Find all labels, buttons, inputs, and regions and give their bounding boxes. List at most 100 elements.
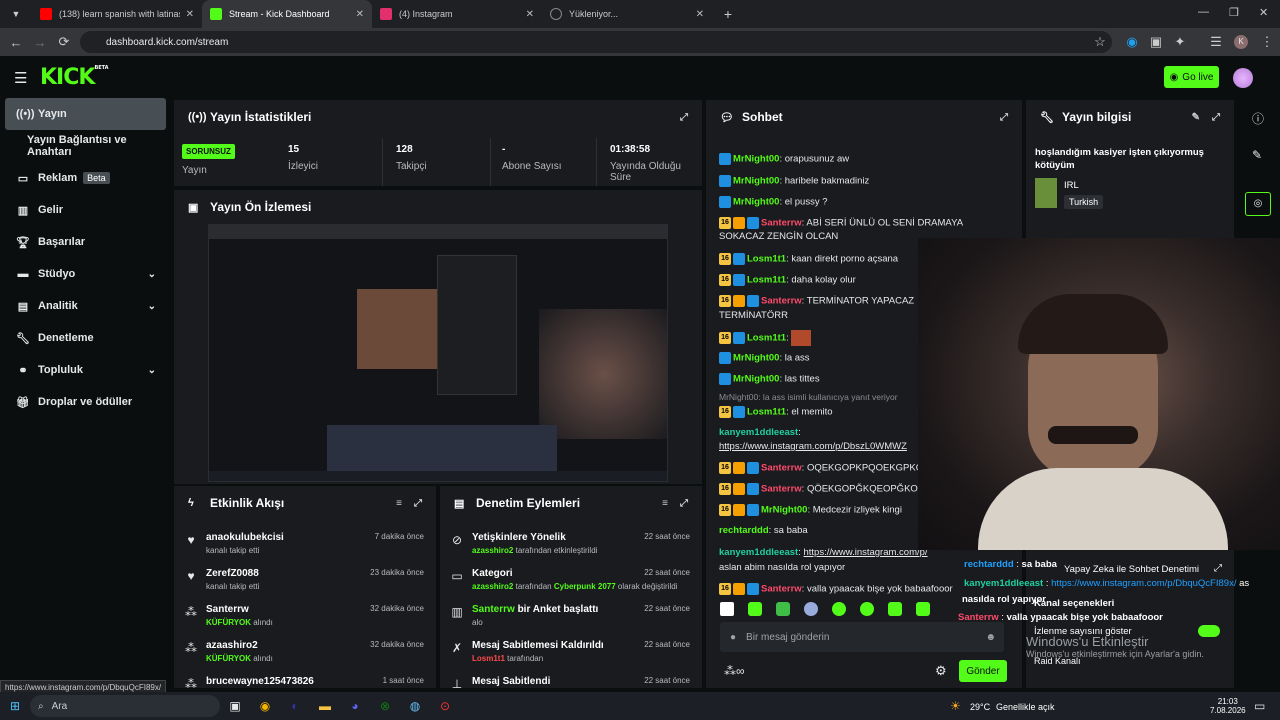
chrome-icon[interactable]: ◉ bbox=[250, 692, 280, 720]
tab-instagram[interactable]: (4) Instagram ✕ bbox=[372, 0, 542, 28]
sidebar-item-droplar[interactable]: 🎁︎ Droplar ve ödüller bbox=[0, 386, 172, 418]
ai-moderation-label: Yapay Zeka ile Sohbet Denetimi bbox=[1064, 564, 1200, 575]
sidebar-item-studyo[interactable]: ▬ Stüdyo ⌄ bbox=[0, 258, 172, 290]
age-badge-icon: 16 bbox=[719, 504, 731, 516]
close-icon[interactable]: ✕ bbox=[696, 9, 704, 20]
explorer-icon[interactable]: ▬ bbox=[310, 692, 340, 720]
windows-start-icon[interactable]: ⊞ bbox=[0, 692, 30, 720]
extension-icon[interactable]: ◉ bbox=[1120, 34, 1144, 50]
chat-username[interactable]: MrNight00 bbox=[733, 176, 779, 187]
bookmark-star-icon[interactable]: ☆ bbox=[1088, 34, 1112, 50]
chat-username[interactable]: Santerrw bbox=[761, 584, 802, 595]
tab-kick[interactable]: Stream - Kick Dashboard ✕ bbox=[202, 0, 372, 28]
forward-icon[interactable]: → bbox=[28, 35, 52, 50]
edit-icon[interactable]: ✎ bbox=[1252, 148, 1262, 162]
folder-icon: ▭ bbox=[451, 569, 463, 583]
info-icon[interactable]: ⓘ bbox=[1252, 110, 1264, 127]
filter-icon[interactable]: ≡ bbox=[662, 498, 668, 509]
emote-icon[interactable] bbox=[748, 602, 762, 616]
discord-icon[interactable]: ◕ bbox=[340, 692, 370, 720]
sidebar-item-reklam[interactable]: ▭ Reklam Beta bbox=[0, 162, 172, 194]
points-icon[interactable]: ⁂∞ bbox=[724, 664, 745, 678]
kick-logo[interactable]: KICKBETA bbox=[40, 65, 109, 90]
avatar[interactable] bbox=[1233, 68, 1253, 88]
expand-icon[interactable]: ⤢ bbox=[680, 498, 688, 509]
chat-username[interactable]: Santerrw bbox=[761, 218, 802, 229]
chat-username[interactable]: Santerrw bbox=[761, 463, 802, 474]
stat-subs: - Abone Sayısı bbox=[502, 144, 562, 172]
camera-icon[interactable]: ◎ bbox=[1245, 192, 1271, 216]
emote-icon[interactable] bbox=[776, 602, 790, 616]
chat-username[interactable]: MrNight00 bbox=[733, 353, 779, 364]
extensions-icon[interactable]: ✦ bbox=[1168, 34, 1192, 50]
chat-username[interactable]: Santerrw bbox=[761, 484, 802, 495]
expand-icon[interactable]: ⤢ bbox=[414, 498, 422, 509]
sidebar-item-analitik[interactable]: ▤ Analitik ⌄ bbox=[0, 290, 172, 322]
emote-icon[interactable] bbox=[860, 602, 874, 616]
chat-username[interactable]: MrNight00 bbox=[733, 374, 779, 385]
chat-username[interactable]: Losm1t1 bbox=[747, 254, 786, 265]
edit-icon[interactable]: ✎ bbox=[1192, 112, 1200, 123]
chat-username[interactable]: MrNight00 bbox=[733, 197, 779, 208]
clock[interactable]: 21:03 7.08.2026 bbox=[1210, 697, 1246, 715]
close-window-icon[interactable]: ✕ bbox=[1259, 6, 1268, 19]
xbox-icon[interactable]: ⊗ bbox=[370, 692, 400, 720]
sidebar-item-gelir[interactable]: ▥ Gelir bbox=[0, 194, 172, 226]
expand-icon[interactable]: ⤢ bbox=[1214, 563, 1222, 574]
expand-icon[interactable]: ⤢ bbox=[680, 112, 688, 123]
chat-username[interactable]: kanyem1ddleeast bbox=[719, 427, 798, 438]
reload-icon[interactable]: ⟳ bbox=[52, 34, 76, 50]
tab-search-button[interactable]: ▼ bbox=[4, 2, 28, 26]
emote-icon[interactable] bbox=[888, 602, 902, 616]
chat-link[interactable]: https://www.instagram.com/p/DbszL0WMWZ bbox=[719, 441, 907, 452]
tab-loading[interactable]: Yükleniyor... ✕ bbox=[542, 0, 712, 28]
tab-youtube[interactable]: (138) learn spanish with latinas ✕ bbox=[32, 0, 202, 28]
sidebar-item-yayin[interactable]: ((•)) Yayın bbox=[5, 98, 166, 130]
chat-text: TERMİNATOR YAPACAZ bbox=[806, 295, 915, 307]
emote-icon[interactable] bbox=[720, 602, 734, 616]
chat-link[interactable]: https://www.instagram.com/p/ bbox=[804, 547, 928, 558]
task-view-icon[interactable]: ▣ bbox=[220, 692, 250, 720]
chat-username[interactable]: Losm1t1 bbox=[747, 333, 786, 344]
obs-icon[interactable]: ⊙ bbox=[430, 692, 460, 720]
minimize-icon[interactable]: — bbox=[1198, 6, 1209, 18]
chat-username[interactable]: kanyem1ddleeast bbox=[719, 547, 798, 558]
notification-icon[interactable]: ▭ bbox=[1254, 699, 1265, 713]
close-icon[interactable]: ✕ bbox=[526, 9, 534, 20]
sidebar-item-denetleme[interactable]: 🔧︎ Denetleme bbox=[0, 322, 172, 354]
chat-username[interactable]: MrNight00 bbox=[733, 154, 779, 165]
sidebar-item-topluluk[interactable]: ⚭ Topluluk ⌄ bbox=[0, 354, 172, 386]
taskbar-search[interactable]: ⌕ Ara bbox=[30, 695, 220, 717]
age-badge-icon: 16 bbox=[719, 295, 731, 307]
hamburger-menu-icon[interactable]: ☰ bbox=[14, 69, 27, 87]
profile-icon[interactable]: K bbox=[1234, 35, 1248, 49]
emote-icon[interactable] bbox=[804, 602, 818, 616]
chat-username[interactable]: Santerrw bbox=[761, 296, 802, 307]
chat-username[interactable]: Losm1t1 bbox=[747, 275, 786, 286]
go-live-button[interactable]: ◉ Go live bbox=[1164, 66, 1219, 88]
maximize-icon[interactable]: ❐ bbox=[1229, 6, 1239, 19]
sidebar-item-basarilar[interactable]: 🏆︎ Başarılar bbox=[0, 226, 172, 258]
subscriber-badge-icon bbox=[733, 406, 745, 418]
filter-icon[interactable]: ≡ bbox=[396, 498, 402, 509]
reward-icon: ⁂ bbox=[185, 605, 197, 619]
edge-icon[interactable]: ◐ bbox=[280, 692, 310, 720]
close-icon[interactable]: ✕ bbox=[186, 9, 194, 20]
expand-icon[interactable]: ⤢ bbox=[1000, 112, 1008, 123]
extension-icon[interactable]: ▣ bbox=[1144, 34, 1168, 50]
steam-icon[interactable]: ◍ bbox=[400, 692, 430, 720]
reading-list-icon[interactable]: ☰ bbox=[1204, 34, 1228, 50]
chat-username[interactable]: rechtarddd bbox=[719, 525, 769, 536]
menu-icon[interactable]: ⋮ bbox=[1255, 34, 1279, 50]
sidebar-item-stream-key[interactable]: Yayın Bağlantısı ve Anahtarı bbox=[0, 130, 172, 162]
stream-preview-video[interactable] bbox=[208, 224, 668, 482]
expand-icon[interactable]: ⤢ bbox=[1212, 112, 1220, 123]
back-icon[interactable]: ← bbox=[4, 35, 28, 50]
toggle-switch[interactable] bbox=[1198, 625, 1220, 637]
close-icon[interactable]: ✕ bbox=[356, 9, 364, 20]
chat-username[interactable]: Losm1t1 bbox=[747, 407, 786, 418]
chat-username[interactable]: MrNight00 bbox=[761, 505, 807, 516]
url-field[interactable]: dashboard.kick.com/stream bbox=[80, 31, 1112, 53]
emote-icon[interactable] bbox=[832, 602, 846, 616]
new-tab-button[interactable]: + bbox=[716, 2, 740, 26]
